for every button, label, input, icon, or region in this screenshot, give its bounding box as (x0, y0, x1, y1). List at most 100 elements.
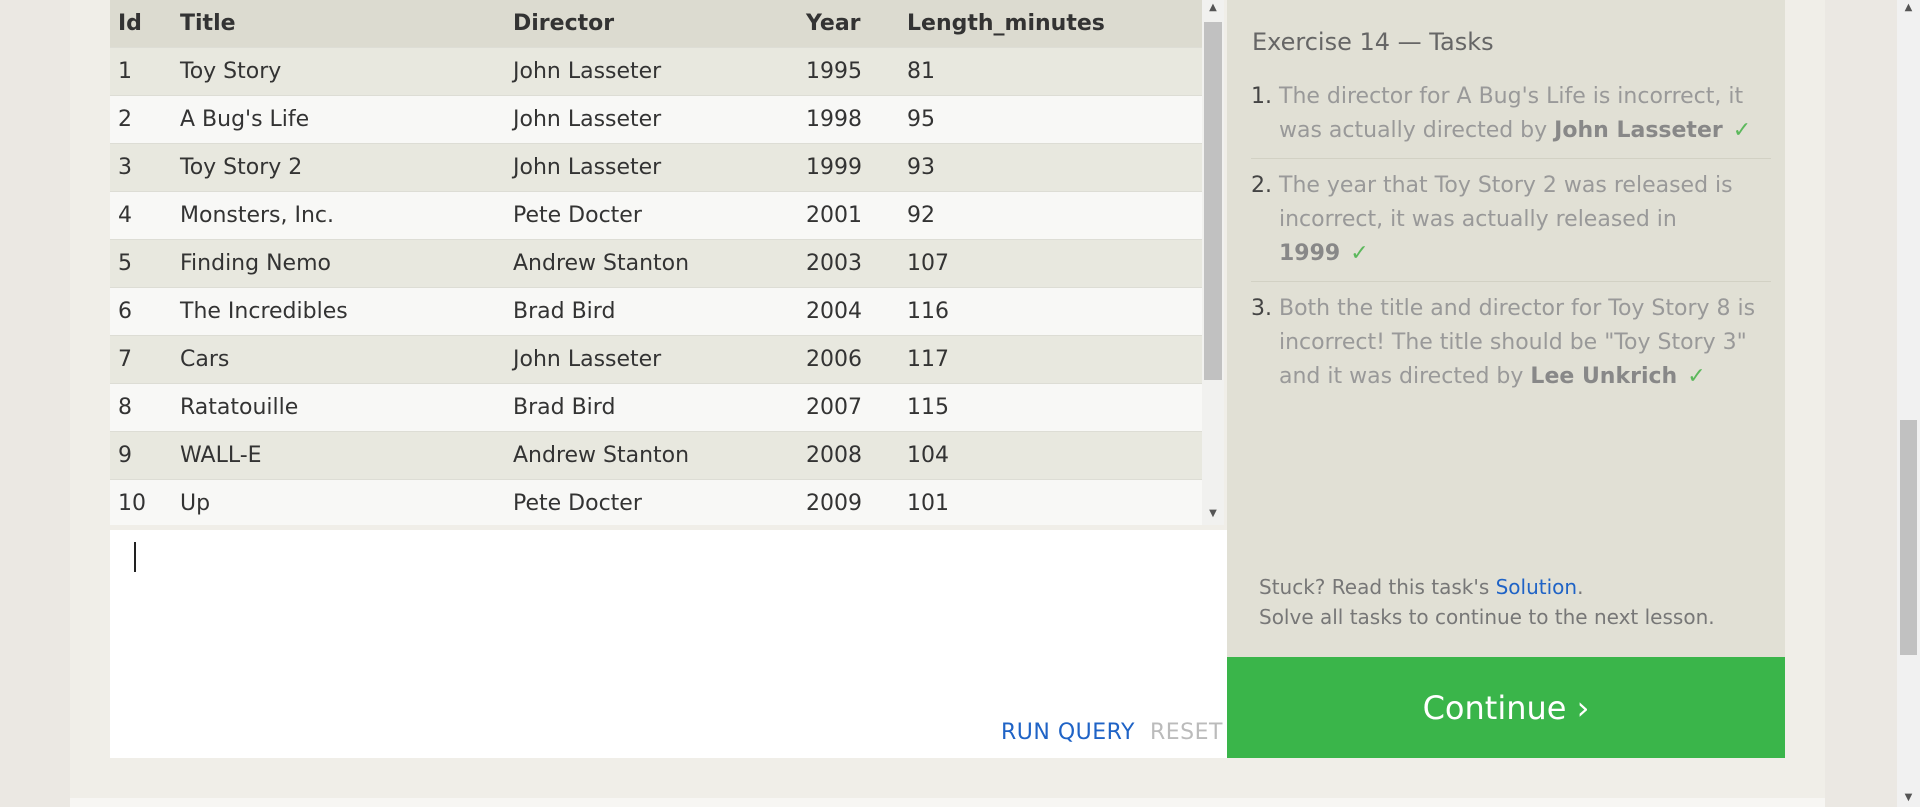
cell-director: Brad Bird (505, 383, 798, 432)
cell-title: Toy Story (172, 47, 505, 96)
task-number: 3. (1251, 296, 1272, 321)
cell-title: A Bug's Life (172, 95, 505, 144)
table-row: 7 Cars John Lasseter 2006 117 (110, 335, 1202, 384)
page-scrollbar[interactable]: ▲ ▼ (1897, 0, 1920, 807)
cell-id: 2 (110, 95, 172, 144)
cell-year: 2008 (798, 431, 899, 480)
task-text: The year that Toy Story 2 was released i… (1279, 169, 1771, 271)
cell-year: 2007 (798, 383, 899, 432)
task-number: 1. (1251, 84, 1272, 109)
cell-director: Andrew Stanton (505, 431, 798, 480)
cell-director: John Lasseter (505, 335, 798, 384)
cell-id: 6 (110, 287, 172, 336)
cell-length: 95 (899, 95, 1202, 144)
stuck-prefix: Stuck? Read this task's (1259, 575, 1496, 599)
cell-year: 2001 (798, 191, 899, 240)
cell-year: 2004 (798, 287, 899, 336)
cell-director: Andrew Stanton (505, 239, 798, 288)
task-text: The director for A Bug's Life is incorre… (1279, 80, 1771, 148)
column-header-title: Title (172, 0, 505, 48)
cell-director: John Lasseter (505, 47, 798, 96)
task-text: Both the title and director for Toy Stor… (1279, 292, 1771, 394)
solve-note: Solve all tasks to continue to the next … (1259, 605, 1715, 629)
page-scroll-down-icon[interactable]: ▼ (1897, 792, 1920, 803)
task-answer: 1999 (1279, 241, 1341, 266)
task-list: 1. The director for A Bug's Life is incor… (1251, 78, 1771, 412)
cell-director: Pete Docter (505, 191, 798, 240)
cell-length: 81 (899, 47, 1202, 96)
scroll-up-arrow-icon[interactable]: ▲ (1202, 2, 1224, 13)
cell-director: Brad Bird (505, 287, 798, 336)
query-editor[interactable]: RUN QUERY RESET (110, 530, 1227, 758)
cell-id: 8 (110, 383, 172, 432)
stuck-hint: Stuck? Read this task's Solution. (1259, 575, 1583, 599)
task-item: 1. The director for A Bug's Life is incor… (1251, 78, 1771, 159)
task-item: 3. Both the title and director for Toy St… (1251, 290, 1771, 404)
cell-length: 92 (899, 191, 1202, 240)
cell-id: 5 (110, 239, 172, 288)
table-row: 9 WALL-E Andrew Stanton 2008 104 (110, 431, 1202, 480)
continue-button[interactable]: Continue › (1227, 657, 1785, 758)
cell-title: Cars (172, 335, 505, 384)
table-scrollbar-thumb[interactable] (1204, 22, 1222, 380)
task-description: The year that Toy Story 2 was released i… (1279, 173, 1733, 232)
results-table-panel: Id Title Director Year Length_minutes 1T… (110, 0, 1202, 525)
checkmark-icon: ✓ (1732, 118, 1752, 143)
cell-year: 2006 (798, 335, 899, 384)
cell-length: 116 (899, 287, 1202, 336)
column-header-id: Id (110, 0, 172, 48)
cell-length: 93 (899, 143, 1202, 192)
cell-length: 115 (899, 383, 1202, 432)
cell-director: Pete Docter (505, 479, 798, 525)
table-row: 6 The Incredibles Brad Bird 2004 116 (110, 287, 1202, 336)
results-table: Id Title Director Year Length_minutes 1T… (110, 0, 1202, 525)
tasks-panel: Exercise 14 — Tasks 1. The director for A… (1227, 0, 1785, 657)
cell-title: Up (172, 479, 505, 525)
reset-button[interactable]: RESET (1150, 720, 1223, 745)
cell-id: 4 (110, 191, 172, 240)
checkmark-icon: ✓ (1350, 241, 1369, 266)
tasks-title: Exercise 14 — Tasks (1252, 28, 1494, 56)
text-caret (134, 542, 136, 572)
cell-year: 1995 (798, 47, 899, 96)
cell-title: Monsters, Inc. (172, 191, 505, 240)
cell-id: 10 (110, 479, 172, 525)
table-row: 3 Toy Story 2 John Lasseter 1999 93 (110, 143, 1202, 192)
scroll-down-arrow-icon[interactable]: ▼ (1202, 508, 1224, 519)
cell-director: John Lasseter (505, 95, 798, 144)
cell-id: 7 (110, 335, 172, 384)
page-bottom-strip (70, 798, 1825, 807)
table-row: 2A Bug's Life John Lasseter 1998 95 (110, 95, 1202, 144)
column-header-year: Year (798, 0, 899, 48)
cell-title: Finding Nemo (172, 239, 505, 288)
cell-year: 1998 (798, 95, 899, 144)
column-header-director: Director (505, 0, 798, 48)
cell-id: 9 (110, 431, 172, 480)
cell-year: 2009 (798, 479, 899, 525)
task-answer: John Lasseter (1554, 118, 1723, 143)
cell-length: 104 (899, 431, 1202, 480)
cell-title: Ratatouille (172, 383, 505, 432)
cell-title: WALL-E (172, 431, 505, 480)
cell-title: The Incredibles (172, 287, 505, 336)
cell-title: Toy Story 2 (172, 143, 505, 192)
cell-id: 1 (110, 47, 172, 96)
table-row: 5 Finding Nemo Andrew Stanton 2003 107 (110, 239, 1202, 288)
run-query-button[interactable]: RUN QUERY (1001, 720, 1135, 745)
stuck-suffix: . (1577, 575, 1584, 599)
cell-director: John Lasseter (505, 143, 798, 192)
checkmark-icon: ✓ (1687, 364, 1706, 389)
task-item: 2. The year that Toy Story 2 was released… (1251, 167, 1771, 282)
table-row: 10 Up Pete Docter 2009 101 (110, 479, 1202, 525)
table-header-row: Id Title Director Year Length_minutes (110, 0, 1202, 48)
cell-year: 2003 (798, 239, 899, 288)
solution-link[interactable]: Solution (1496, 575, 1577, 599)
cell-year: 1999 (798, 143, 899, 192)
page-scrollbar-thumb[interactable] (1900, 420, 1917, 655)
table-scrollbar[interactable]: ▲ ▼ (1202, 0, 1224, 525)
cell-length: 117 (899, 335, 1202, 384)
cell-length: 101 (899, 479, 1202, 525)
table-row: 8 Ratatouille Brad Bird 2007 115 (110, 383, 1202, 432)
page-scroll-up-icon[interactable]: ▲ (1897, 2, 1920, 13)
table-body: 1 Toy Story John Lasseter 1995 81 2 A Bug's Li… (110, 47, 1202, 525)
